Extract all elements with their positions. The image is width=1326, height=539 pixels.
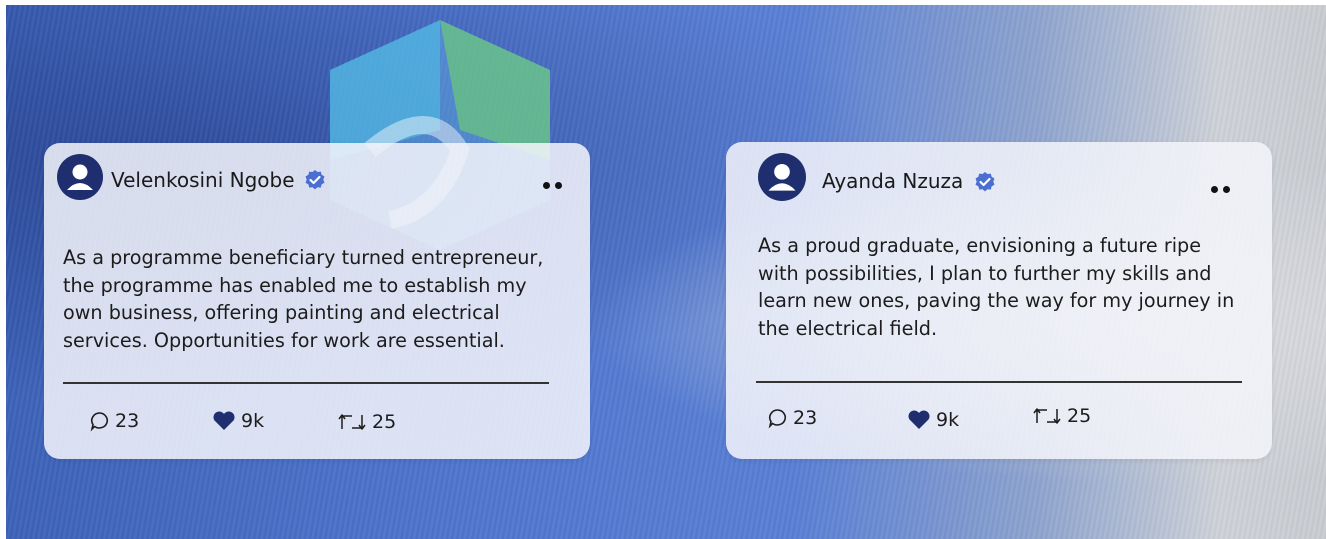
comment-count: 23 — [793, 407, 818, 429]
comment-count: 23 — [115, 410, 140, 432]
author-name[interactable]: Ayanda Nzuza — [822, 169, 963, 193]
comment-icon — [90, 412, 109, 432]
repost-button[interactable]: 25 — [1031, 405, 1091, 427]
left-border — [0, 0, 6, 539]
repost-count: 25 — [1067, 405, 1092, 427]
post-text: As a proud graduate, envisioning a futur… — [758, 234, 1235, 340]
user-avatar-icon[interactable] — [57, 154, 103, 200]
verified-badge-icon — [305, 170, 325, 190]
comment-icon — [768, 409, 787, 429]
divider — [63, 382, 549, 384]
like-count: 9k — [241, 410, 265, 432]
more-options-icon[interactable] — [543, 174, 571, 189]
more-options-icon[interactable] — [1211, 178, 1239, 193]
divider — [756, 381, 1242, 383]
like-button[interactable]: 9k — [211, 410, 264, 432]
author-name[interactable]: Velenkosini Ngobe — [111, 168, 295, 192]
repost-count: 25 — [372, 411, 397, 433]
top-border — [0, 0, 1326, 5]
like-button[interactable]: 9k — [906, 409, 959, 431]
repost-icon — [338, 414, 366, 430]
user-avatar-icon[interactable] — [758, 153, 806, 201]
testimonial-card: Velenkosini Ngobe As a programme benefic… — [44, 143, 590, 459]
heart-icon — [213, 411, 235, 430]
testimonial-card: Ayanda Nzuza As a proud graduate, envisi… — [726, 142, 1272, 459]
post-text: As a programme beneficiary turned entrep… — [63, 246, 544, 352]
verified-badge-icon — [975, 172, 995, 192]
comment-button[interactable]: 23 — [767, 407, 817, 429]
repost-icon — [1033, 408, 1061, 424]
like-count: 9k — [936, 409, 960, 431]
comment-button[interactable]: 23 — [89, 410, 139, 432]
repost-button[interactable]: 25 — [336, 411, 396, 433]
heart-icon — [908, 410, 930, 429]
